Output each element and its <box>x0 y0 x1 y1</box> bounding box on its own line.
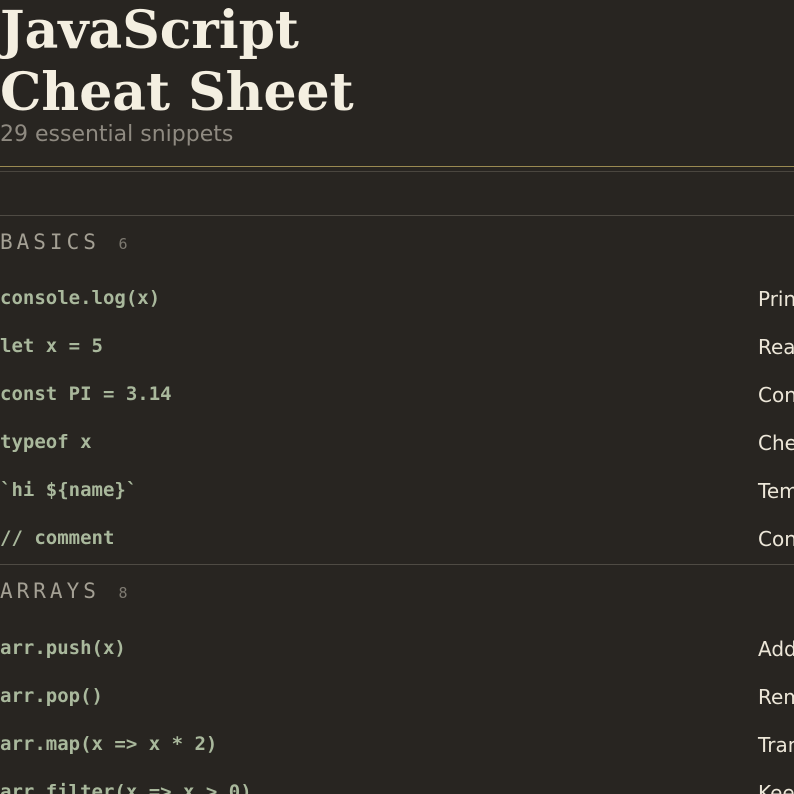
snippet-row: arr.pop() Rem <box>0 685 794 733</box>
title-line-1: JavaScript <box>0 0 299 61</box>
header-accent-divider <box>0 166 794 167</box>
snippet-code: console.log(x) <box>0 287 161 309</box>
header-divider <box>0 171 794 172</box>
snippet-code: arr.push(x) <box>0 637 126 659</box>
snippet-description: Che <box>758 431 794 455</box>
section-count: 6 <box>118 235 128 253</box>
snippet-description: Con <box>758 527 794 551</box>
snippet-description: Add <box>758 637 794 661</box>
snippet-row: let x = 5 Rea <box>0 335 794 383</box>
snippet-code: // comment <box>0 527 115 549</box>
snippet-code: typeof x <box>0 431 92 453</box>
section-title: ARRAYS <box>0 579 100 603</box>
snippet-row: typeof x Che <box>0 431 794 479</box>
snippet-row: `hi ${name}` Tem <box>0 479 794 527</box>
snippet-description: Con <box>758 383 794 407</box>
snippet-row: arr.map(x => x * 2) Tran <box>0 733 794 781</box>
page-subtitle: 29 essential snippets <box>0 122 234 147</box>
snippet-row: // comment Con <box>0 527 794 575</box>
section-divider <box>0 564 794 565</box>
snippet-code: arr.map(x => x * 2) <box>0 733 218 755</box>
snippet-row: arr.filter(x => x > 0) Keep <box>0 781 794 794</box>
snippet-code: arr.pop() <box>0 685 103 707</box>
section-heading-basics: BASICS 6 <box>0 230 128 254</box>
snippet-description: Prin <box>758 287 794 311</box>
snippet-description: Tran <box>758 733 794 757</box>
section-count: 8 <box>118 584 128 602</box>
snippet-description: Tem <box>758 479 794 503</box>
section-title: BASICS <box>0 230 100 254</box>
section-heading-arrays: ARRAYS 8 <box>0 579 128 603</box>
snippet-code: const PI = 3.14 <box>0 383 172 405</box>
snippet-row: const PI = 3.14 Con <box>0 383 794 431</box>
page-title: JavaScript Cheat Sheet <box>0 0 354 124</box>
title-line-2: Cheat Sheet <box>0 62 354 123</box>
snippet-row: arr.push(x) Add <box>0 637 794 685</box>
snippet-description: Keep <box>758 781 794 794</box>
snippet-code: let x = 5 <box>0 335 103 357</box>
snippet-code: arr.filter(x => x > 0) <box>0 781 252 794</box>
snippet-description: Rea <box>758 335 794 359</box>
snippet-code: `hi ${name}` <box>0 479 138 501</box>
snippet-description: Rem <box>758 685 794 709</box>
snippet-row: console.log(x) Prin <box>0 287 794 335</box>
section-divider <box>0 215 794 216</box>
